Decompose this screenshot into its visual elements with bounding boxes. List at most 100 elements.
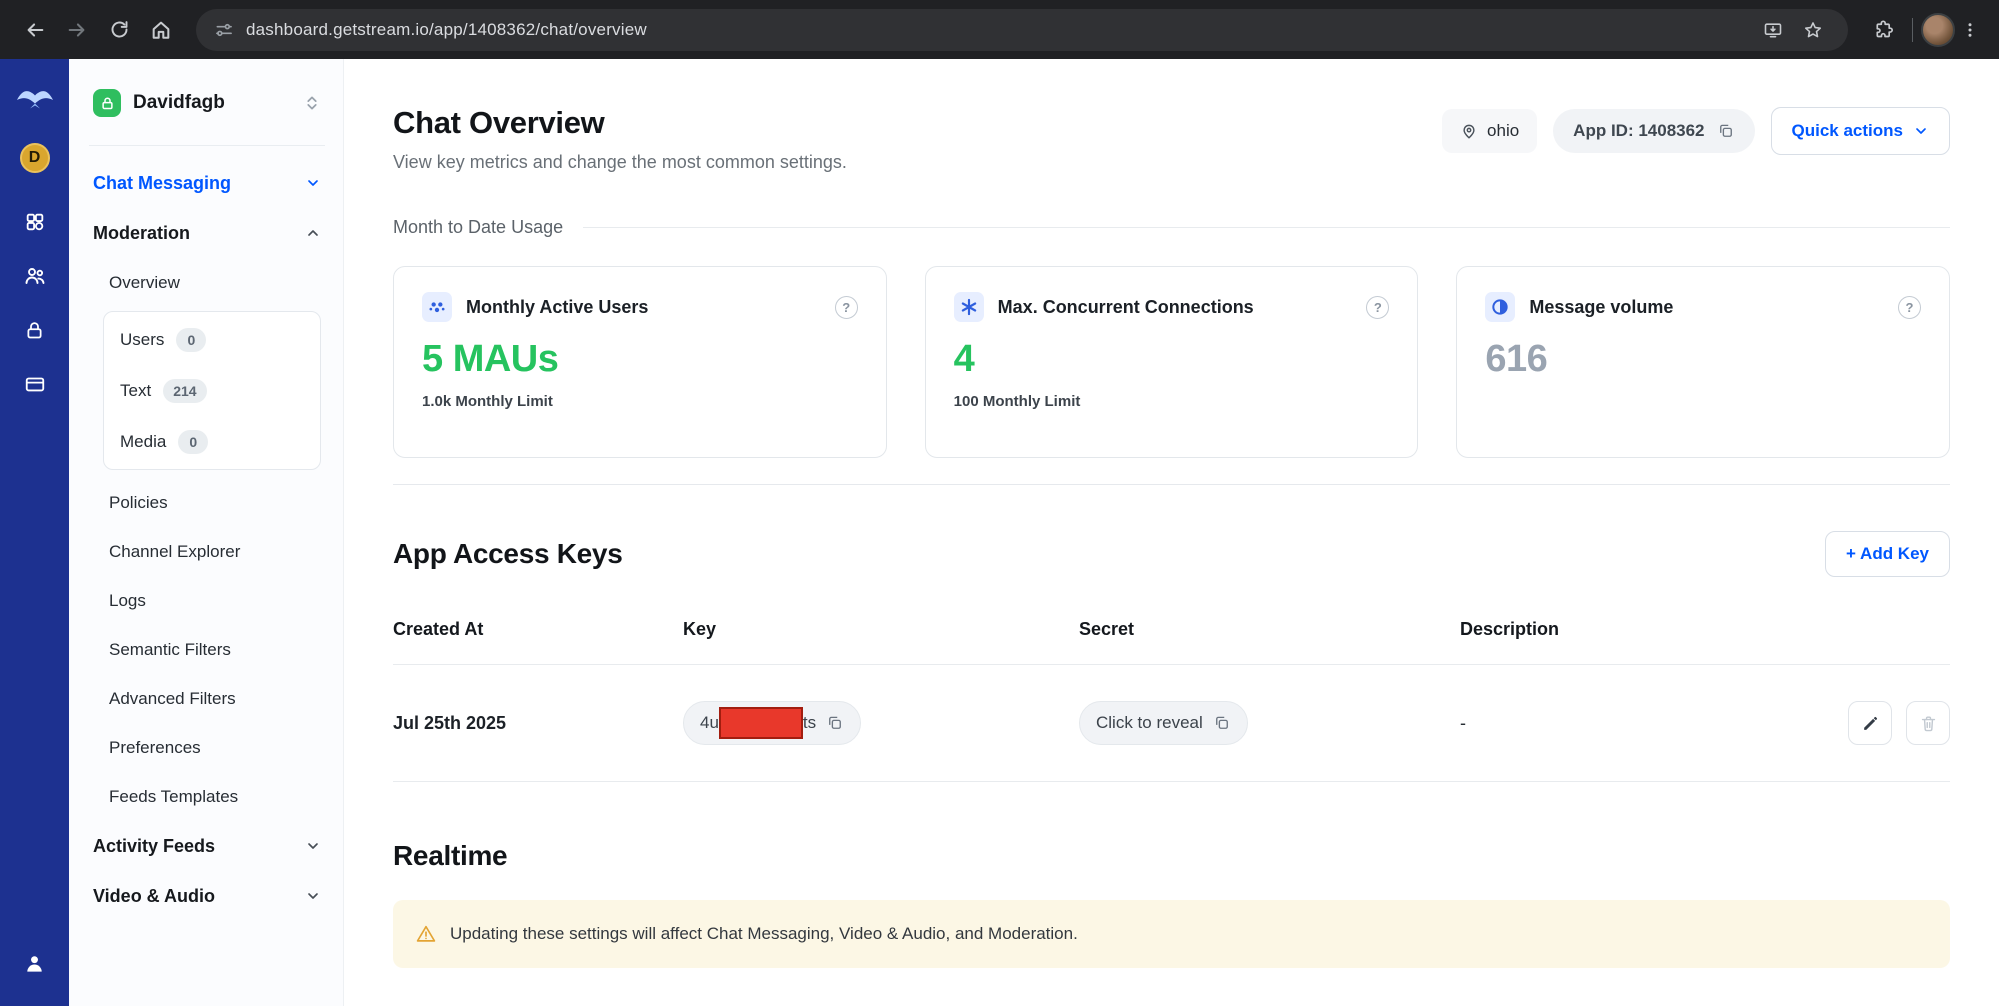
- sidebar: Davidfagb Chat Messaging Moderation Over…: [69, 59, 344, 1006]
- install-app-button[interactable]: [1756, 13, 1790, 47]
- billing-button[interactable]: [20, 369, 50, 399]
- realtime-warning-banner: Updating these settings will affect Chat…: [393, 900, 1950, 968]
- team-members-icon: [23, 264, 47, 288]
- api-key-pill[interactable]: 4u ts: [683, 701, 861, 745]
- security-lock-button[interactable]: [20, 315, 50, 345]
- api-key-suffix: ts: [803, 713, 816, 733]
- sidebar-item-advanced-filters[interactable]: Advanced Filters: [93, 674, 321, 723]
- help-button[interactable]: ?: [835, 296, 858, 319]
- workspace-selector[interactable]: Davidfagb: [93, 89, 321, 117]
- profile-avatar[interactable]: [1921, 13, 1955, 47]
- warning-triangle-icon: [415, 923, 437, 945]
- message-volume-title: Message volume: [1529, 297, 1673, 318]
- sidebar-item-policies[interactable]: Policies: [93, 478, 321, 527]
- usage-section-header: Month to Date Usage: [393, 217, 1950, 238]
- quick-actions-label: Quick actions: [1792, 121, 1903, 141]
- key-created-at: Jul 25th 2025: [393, 713, 683, 734]
- reload-button[interactable]: [98, 9, 140, 51]
- main-content: Chat Overview View key metrics and chang…: [344, 59, 1999, 1006]
- chevron-down-icon: [305, 175, 321, 191]
- queue-users-label: Users: [120, 330, 164, 350]
- icon-rail: D: [0, 59, 69, 1006]
- moderation-label: Moderation: [93, 223, 190, 244]
- access-keys-header: App Access Keys + Add Key: [393, 531, 1950, 577]
- apps-grid-icon: [24, 211, 46, 233]
- account-person-icon: [23, 952, 46, 975]
- bookmark-star-button[interactable]: [1796, 13, 1830, 47]
- copy-icon[interactable]: [1717, 122, 1735, 140]
- sidebar-item-preferences[interactable]: Preferences: [93, 723, 321, 772]
- forward-button[interactable]: [56, 9, 98, 51]
- access-keys-title: App Access Keys: [393, 538, 622, 570]
- column-created-at: Created At: [393, 619, 683, 640]
- message-volume-value: 616: [1485, 338, 1921, 381]
- lock-icon: [24, 320, 45, 341]
- region-label: ohio: [1487, 121, 1519, 141]
- pencil-icon: [1861, 714, 1880, 733]
- card-monthly-active-users: Monthly Active Users ? 5 MAUs 1.0k Month…: [393, 266, 887, 458]
- workspace-badge: [93, 89, 121, 117]
- app-id-label: App ID: 1408362: [1573, 121, 1704, 141]
- edit-key-button[interactable]: [1848, 701, 1892, 745]
- bookmark-star-icon: [1803, 20, 1823, 40]
- sidebar-item-video-audio[interactable]: Video & Audio: [93, 871, 321, 921]
- sidebar-item-queue-users[interactable]: Users 0: [120, 314, 304, 365]
- workspace-updown-icon: [303, 94, 321, 112]
- api-key-redaction: [719, 707, 803, 739]
- region-pill[interactable]: ohio: [1442, 109, 1537, 153]
- extensions-button[interactable]: [1862, 9, 1904, 51]
- api-key-prefix: 4u: [700, 713, 719, 733]
- add-key-button[interactable]: + Add Key: [1825, 531, 1950, 577]
- help-button[interactable]: ?: [1898, 296, 1921, 319]
- page-header: Chat Overview View key metrics and chang…: [393, 105, 1950, 173]
- usage-cards: Monthly Active Users ? 5 MAUs 1.0k Month…: [393, 266, 1950, 458]
- apps-grid-button[interactable]: [20, 207, 50, 237]
- browser-chrome: dashboard.getstream.io/app/1408362/chat/…: [0, 0, 1999, 59]
- mau-title: Monthly Active Users: [466, 297, 648, 318]
- team-members-button[interactable]: [20, 261, 50, 291]
- queue-text-label: Text: [120, 381, 151, 401]
- chrome-menu-button[interactable]: [1955, 9, 1985, 51]
- home-button[interactable]: [140, 9, 182, 51]
- video-audio-label: Video & Audio: [93, 886, 215, 907]
- concurrent-connections-icon: [954, 292, 984, 322]
- kebab-menu-icon: [1961, 21, 1979, 39]
- app-shell: D Davidfagb: [0, 59, 1999, 1006]
- stream-logo[interactable]: [17, 87, 53, 109]
- quick-actions-button[interactable]: Quick actions: [1771, 107, 1950, 155]
- sidebar-item-semantic-filters[interactable]: Semantic Filters: [93, 625, 321, 674]
- workspace-name: Davidfagb: [133, 92, 291, 114]
- sidebar-item-moderation-overview[interactable]: Overview: [93, 258, 321, 307]
- card-message-volume: Message volume ? 616: [1456, 266, 1950, 458]
- key-description: -: [1460, 713, 1466, 734]
- card-concurrent-connections: Max. Concurrent Connections ? 4 100 Mont…: [925, 266, 1419, 458]
- sidebar-item-queue-text[interactable]: Text 214: [120, 365, 304, 416]
- delete-key-button[interactable]: [1906, 701, 1950, 745]
- sidebar-item-moderation[interactable]: Moderation: [93, 208, 321, 258]
- app-id-pill[interactable]: App ID: 1408362: [1553, 109, 1754, 153]
- account-button[interactable]: [20, 948, 50, 978]
- column-key: Key: [683, 619, 1079, 640]
- sidebar-item-chat-messaging[interactable]: Chat Messaging: [93, 158, 321, 208]
- section-divider: [393, 484, 1950, 485]
- extensions-puzzle-icon: [1873, 19, 1894, 40]
- sidebar-item-channel-explorer[interactable]: Channel Explorer: [93, 527, 321, 576]
- site-info-icon[interactable]: [214, 20, 234, 40]
- sidebar-item-feeds-templates[interactable]: Feeds Templates: [93, 772, 321, 821]
- chevron-up-icon: [305, 225, 321, 241]
- sidebar-item-activity-feeds[interactable]: Activity Feeds: [93, 821, 321, 871]
- help-button[interactable]: ?: [1366, 296, 1389, 319]
- copy-icon[interactable]: [826, 714, 844, 732]
- sidebar-divider: [89, 145, 325, 146]
- rail-workspace-avatar[interactable]: D: [20, 143, 50, 173]
- back-button[interactable]: [14, 9, 56, 51]
- sidebar-item-logs[interactable]: Logs: [93, 576, 321, 625]
- copy-icon[interactable]: [1213, 714, 1231, 732]
- sidebar-item-queue-media[interactable]: Media 0: [120, 416, 304, 467]
- secret-reveal-pill[interactable]: Click to reveal: [1079, 701, 1248, 745]
- concurrent-connections-limit: 100 Monthly Limit: [954, 393, 1390, 410]
- page-title: Chat Overview: [393, 105, 847, 141]
- url-bar[interactable]: dashboard.getstream.io/app/1408362/chat/…: [196, 9, 1848, 51]
- concurrent-connections-title: Max. Concurrent Connections: [998, 297, 1254, 318]
- key-row-actions: [1848, 701, 1950, 745]
